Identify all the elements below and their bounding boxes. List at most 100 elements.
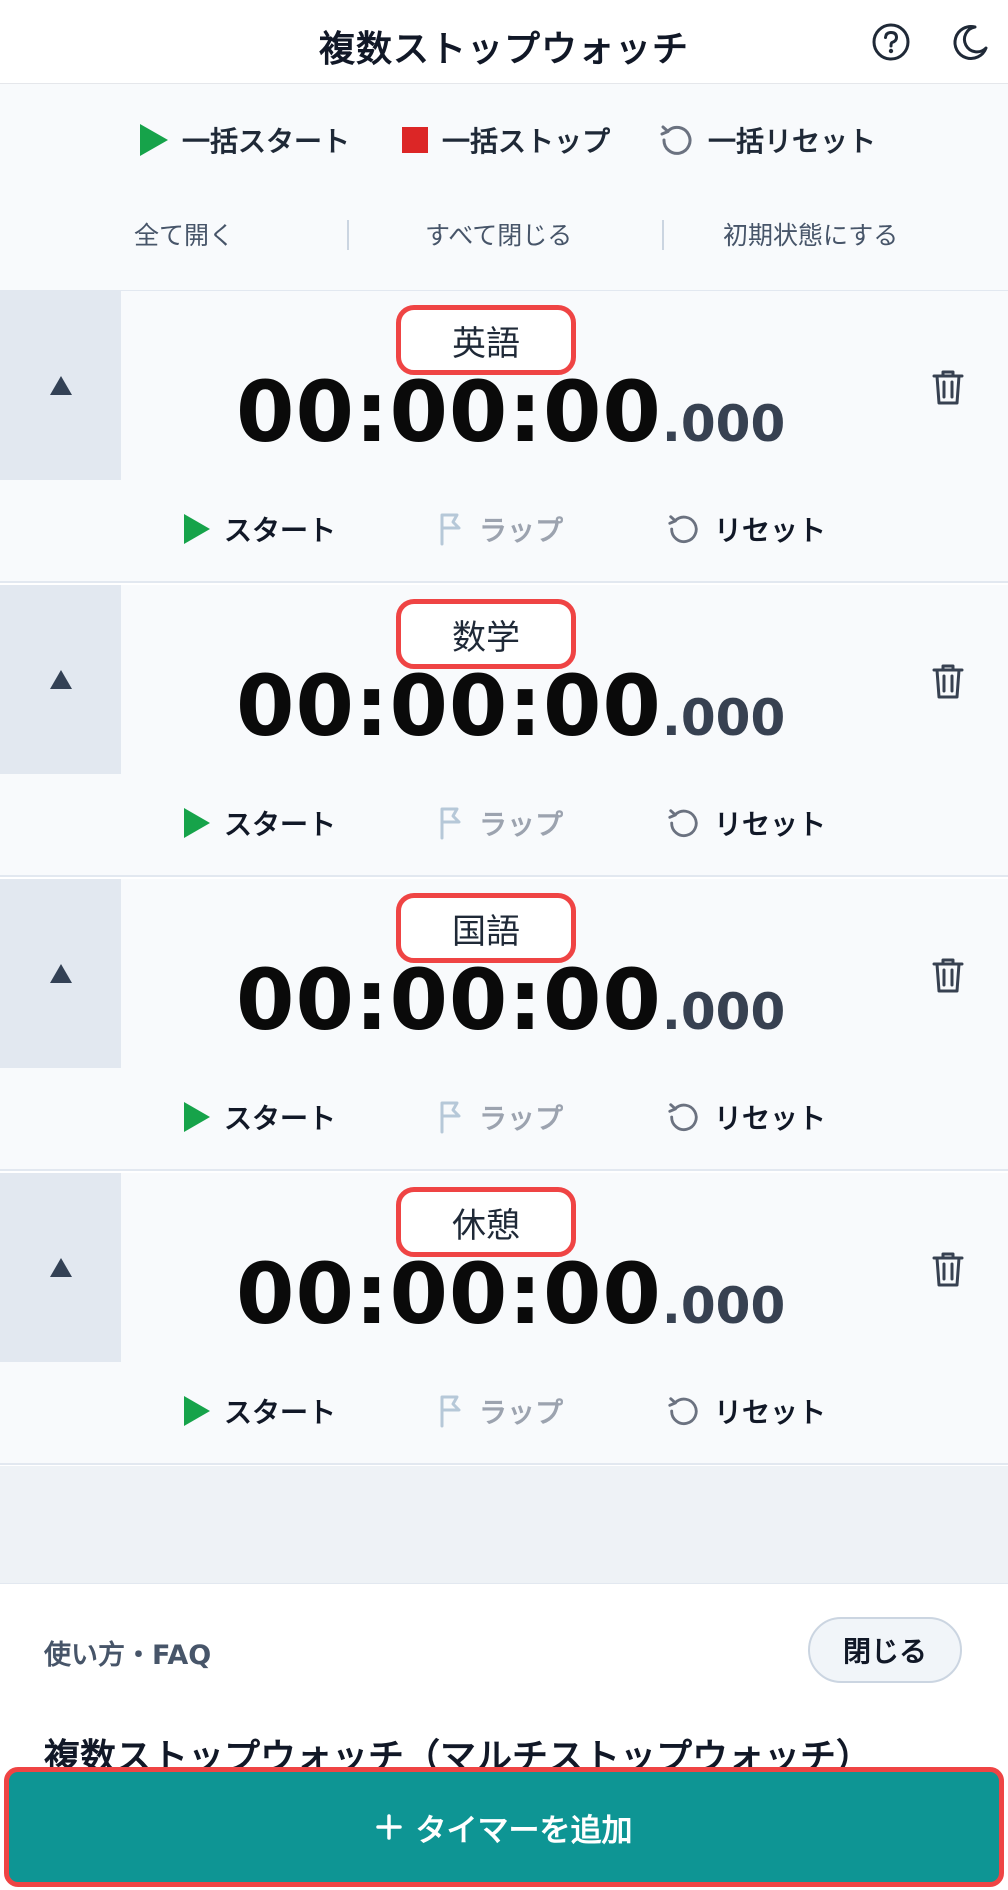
time-main: 00:00:00 — [236, 363, 662, 461]
reset-label: リセット — [714, 514, 827, 547]
timer-card: 数学 00:00:00.000 スタート ラップ リセット — [0, 585, 1008, 877]
add-timer-label: タイマーを追加 — [415, 1812, 633, 1849]
initialize-button[interactable]: 初期状態にする — [723, 216, 898, 252]
start-all-button[interactable]: 一括スタート — [140, 120, 350, 160]
start-label: スタート — [224, 514, 337, 547]
start-label: スタート — [224, 1102, 337, 1135]
collapse-icon — [49, 964, 72, 983]
lap-button[interactable]: ラップ — [437, 1097, 563, 1137]
timer-actions: スタート ラップ リセット — [0, 1391, 1008, 1441]
view-actions: 全て開く すべて閉じる 初期状態にする — [0, 216, 1008, 256]
time-main: 00:00:00 — [236, 951, 662, 1049]
time-milliseconds: .000 — [661, 689, 786, 747]
faq-close-button[interactable]: 閉じる — [808, 1617, 962, 1683]
timer-card: 英語 00:00:00.000 スタート ラップ リセット — [0, 291, 1008, 583]
lap-button[interactable]: ラップ — [437, 1391, 563, 1431]
lap-button[interactable]: ラップ — [437, 509, 563, 549]
add-timer-button[interactable]: タイマーを追加 — [4, 1767, 1004, 1887]
reset-label: リセット — [714, 808, 827, 841]
time-display: 00:00:00.000 — [236, 1245, 796, 1343]
play-icon — [184, 808, 210, 838]
time-display: 00:00:00.000 — [236, 951, 796, 1049]
divider — [347, 220, 349, 250]
faq-label: 使い方・FAQ — [44, 1640, 212, 1671]
collapse-icon — [49, 670, 72, 689]
trash-icon — [932, 1252, 964, 1287]
global-controls: 一括スタート 一括ストップ 一括リセット 全て開く すべて閉じる 初期状態にする — [0, 84, 1008, 291]
dark-mode-button[interactable] — [949, 20, 993, 64]
reset-button[interactable]: リセット — [666, 509, 826, 549]
time-milliseconds: .000 — [661, 983, 786, 1041]
close-all-button[interactable]: すべて閉じる — [425, 216, 572, 252]
time-milliseconds: .000 — [661, 395, 786, 453]
start-label: スタート — [224, 1396, 337, 1429]
delete-timer-button[interactable] — [928, 953, 968, 997]
reset-label: リセット — [714, 1102, 827, 1135]
trash-icon — [932, 664, 964, 699]
moon-icon — [953, 25, 988, 60]
collapse-icon — [49, 376, 72, 395]
faq-section: 使い方・FAQ 閉じる — [0, 1585, 1008, 1715]
help-icon — [872, 23, 910, 61]
delete-timer-button[interactable] — [928, 659, 968, 703]
collapse-icon — [49, 1258, 72, 1277]
start-button[interactable]: スタート — [184, 509, 336, 549]
reset-button[interactable]: リセット — [666, 803, 826, 843]
timer-card: 国語 00:00:00.000 スタート ラップ リセット — [0, 879, 1008, 1171]
reset-button[interactable]: リセット — [666, 1097, 826, 1137]
flag-icon — [440, 807, 461, 840]
play-icon — [140, 124, 168, 156]
collapse-button[interactable] — [0, 291, 121, 480]
timer-actions: スタート ラップ リセット — [0, 509, 1008, 559]
stop-all-button[interactable]: 一括ストップ — [402, 120, 610, 160]
start-button[interactable]: スタート — [184, 803, 336, 843]
start-button[interactable]: スタート — [184, 1097, 336, 1137]
start-all-label: 一括スタート — [182, 125, 351, 158]
start-label: スタート — [224, 808, 337, 841]
timer-card: 休憩 00:00:00.000 スタート ラップ リセット — [0, 1173, 1008, 1465]
flag-icon — [440, 513, 461, 546]
plus-icon — [375, 1814, 402, 1840]
start-button[interactable]: スタート — [184, 1391, 336, 1431]
reset-icon — [668, 809, 698, 838]
reset-all-label: 一括リセット — [708, 125, 877, 158]
delete-timer-button[interactable] — [928, 365, 968, 409]
timer-actions: スタート ラップ リセット — [0, 1097, 1008, 1147]
trash-icon — [932, 370, 964, 405]
collapse-button[interactable] — [0, 879, 121, 1068]
lap-label: ラップ — [479, 808, 564, 841]
divider — [662, 220, 664, 250]
collapse-button[interactable] — [0, 1173, 121, 1362]
flag-icon — [440, 1101, 461, 1134]
reset-icon — [660, 125, 692, 155]
time-display: 00:00:00.000 — [236, 363, 796, 461]
reset-label: リセット — [714, 1396, 827, 1429]
time-display: 00:00:00.000 — [236, 657, 796, 755]
play-icon — [184, 1396, 210, 1426]
lap-button[interactable]: ラップ — [437, 803, 563, 843]
collapse-button[interactable] — [0, 585, 121, 774]
reset-icon — [668, 515, 698, 544]
trash-icon — [932, 958, 964, 993]
flag-icon — [440, 1395, 461, 1428]
stop-all-label: 一括ストップ — [442, 125, 611, 158]
time-milliseconds: .000 — [661, 1277, 786, 1335]
page: 複数ストップウォッチ 一括スタート 一括ストップ 一括リセット 全て開く すべて… — [0, 0, 1008, 1890]
spacer — [0, 1466, 1008, 1584]
lap-label: ラップ — [479, 1396, 564, 1429]
stop-icon — [402, 127, 428, 153]
page-title: 複数ストップウォッチ — [318, 29, 689, 70]
reset-icon — [668, 1103, 698, 1132]
open-all-button[interactable]: 全て開く — [134, 216, 234, 252]
delete-timer-button[interactable] — [928, 1247, 968, 1291]
play-icon — [184, 514, 210, 544]
lap-label: ラップ — [479, 1102, 564, 1135]
reset-all-button[interactable]: 一括リセット — [658, 120, 876, 160]
reset-button[interactable]: リセット — [666, 1391, 826, 1431]
lap-label: ラップ — [479, 514, 564, 547]
time-main: 00:00:00 — [236, 657, 662, 755]
help-button[interactable] — [869, 20, 913, 64]
play-icon — [184, 1102, 210, 1132]
time-main: 00:00:00 — [236, 1245, 662, 1343]
bulk-actions: 一括スタート 一括ストップ 一括リセット — [0, 120, 1008, 170]
